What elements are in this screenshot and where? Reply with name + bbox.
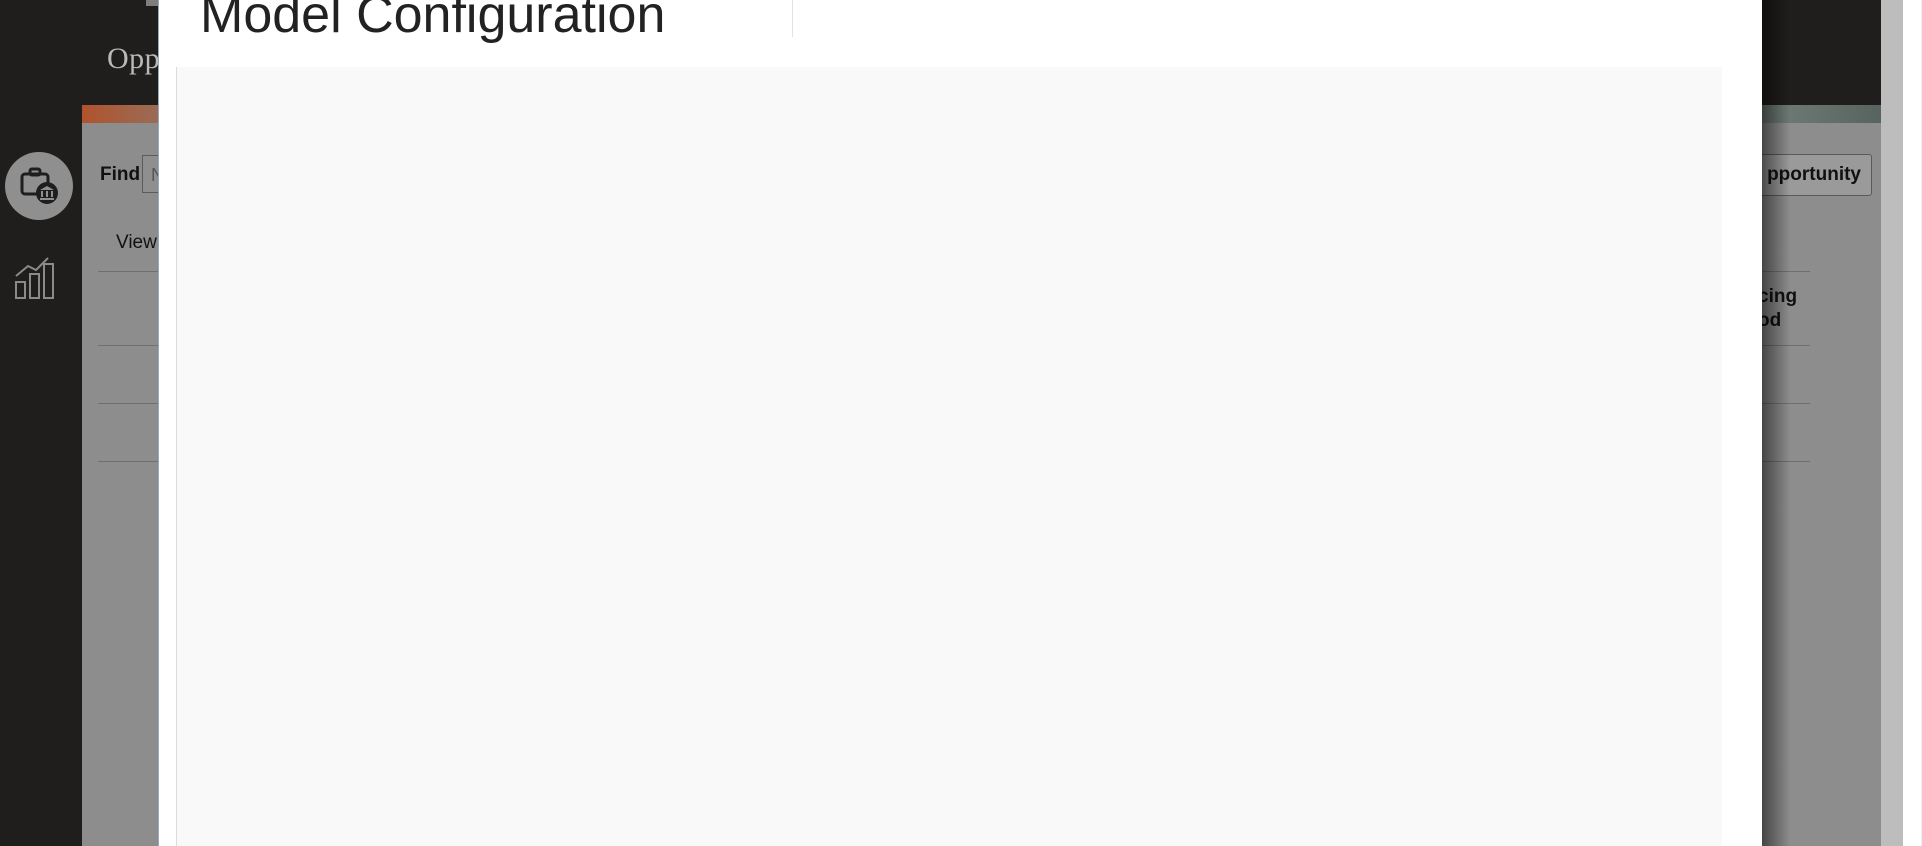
dialog-title: Model Configuration	[200, 0, 666, 44]
rail-opportunities-button[interactable]	[5, 152, 73, 220]
dialog-right-edge	[1903, 0, 1921, 846]
bar-chart-trend-icon[interactable]	[14, 256, 56, 300]
find-label: Find	[100, 164, 141, 185]
dialog-header-divider	[792, 0, 793, 37]
app-title: Opp	[107, 42, 161, 75]
modal-shadow	[1760, 0, 1790, 846]
briefcase-bank-icon	[20, 167, 58, 204]
dialog-scrollbar[interactable]	[1881, 0, 1903, 846]
view-menu[interactable]: View	[116, 232, 157, 254]
dialog-body	[176, 67, 1722, 846]
left-nav-rail	[0, 0, 82, 846]
